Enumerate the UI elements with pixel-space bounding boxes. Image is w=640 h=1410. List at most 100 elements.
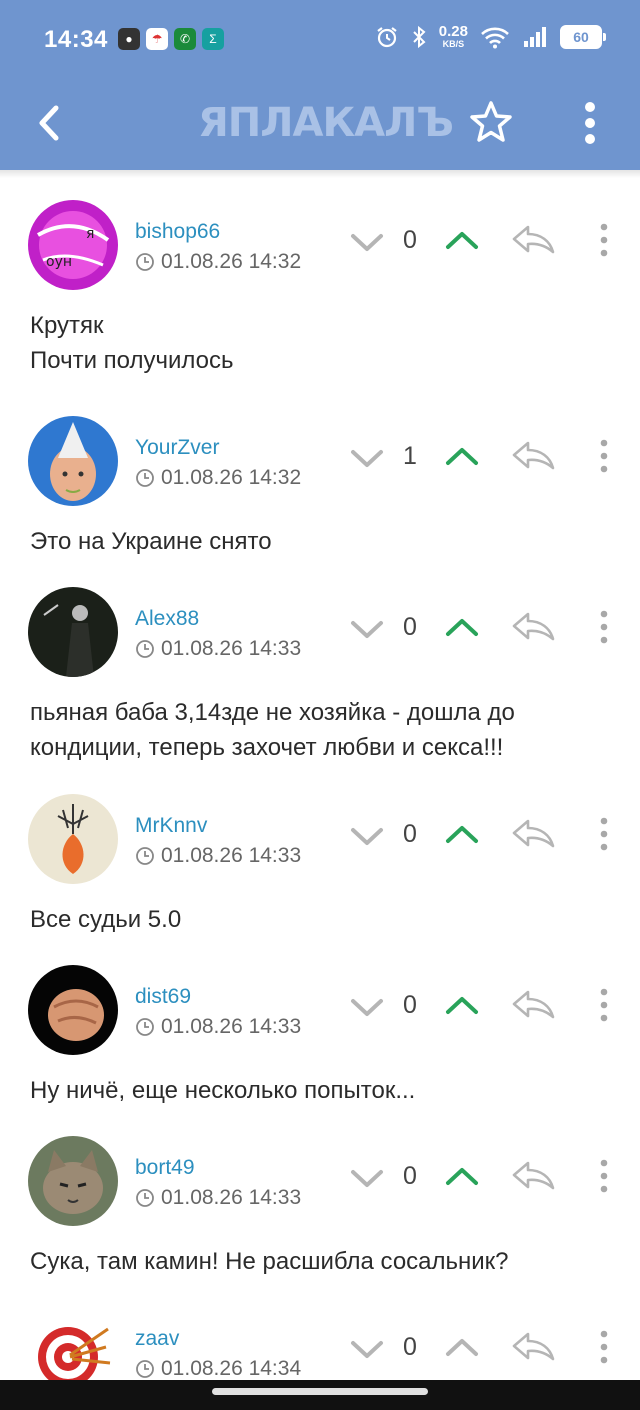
avatar[interactable]: я оун xyxy=(28,200,118,290)
vote-up-button[interactable] xyxy=(443,613,481,641)
clock-icon xyxy=(136,1189,154,1207)
comment-more-icon[interactable] xyxy=(594,987,614,1023)
date-text: 01.08.26 14:33 xyxy=(161,1186,302,1209)
comment-score: 0 xyxy=(403,1162,417,1190)
avatar[interactable] xyxy=(28,1136,118,1226)
username-link[interactable]: MrKnnv xyxy=(135,814,207,838)
reply-icon[interactable] xyxy=(510,987,556,1021)
reply-icon[interactable] xyxy=(510,438,556,472)
battery-indicator: 60 xyxy=(560,25,606,49)
comment-text-line: Почти получилось xyxy=(30,347,234,374)
comment-text: Сука, там камин! Не расшибла сосальник? xyxy=(30,1244,610,1279)
umbrella-icon: ☂ xyxy=(146,28,168,50)
comment-item: zaav 01.08.26 14:34 0 xyxy=(0,1285,640,1397)
username-link[interactable]: Alex88 xyxy=(135,607,199,631)
comment-more-icon[interactable] xyxy=(594,222,614,258)
wifi-icon xyxy=(481,27,509,49)
reply-icon[interactable] xyxy=(510,816,556,850)
svg-text:оун: оун xyxy=(46,254,72,270)
comment-more-icon[interactable] xyxy=(594,1158,614,1194)
toolbar: ЯПЛАКАЛЪ xyxy=(0,80,640,170)
vote-down-button[interactable] xyxy=(348,822,386,850)
reply-icon[interactable] xyxy=(510,1158,556,1192)
back-button[interactable] xyxy=(30,98,70,148)
site-logo[interactable]: ЯПЛАКАЛЪ xyxy=(198,98,454,148)
comment-score: 1 xyxy=(403,442,417,470)
comment-item: Alex88 01.08.26 14:33 0 пьяная баба 3,14зде… xyxy=(0,565,640,774)
comment-item: bort49 01.08.26 14:33 0 Сука, там камин! Не… xyxy=(0,1114,640,1287)
comment-score: 0 xyxy=(403,613,417,641)
username-link[interactable]: dist69 xyxy=(135,985,191,1009)
avatar[interactable] xyxy=(28,794,118,884)
system-icons: 0.28 KB/S 60 xyxy=(375,23,606,50)
username-link[interactable]: bishop66 xyxy=(135,220,220,244)
sigma-app-icon: Σ xyxy=(202,28,224,50)
vote-up-button[interactable] xyxy=(443,820,481,848)
comment-date: 01.08.26 14:32 xyxy=(135,250,301,274)
vote-up-button[interactable] xyxy=(443,226,481,254)
clock-icon xyxy=(136,640,154,658)
reply-icon[interactable] xyxy=(510,609,556,643)
alarm-icon xyxy=(377,27,397,48)
comment-text-line: Все судьи 5.0 xyxy=(30,906,182,933)
comment-more-icon[interactable] xyxy=(594,1329,614,1365)
vote-down-button[interactable] xyxy=(348,1335,386,1363)
date-text: 01.08.26 14:33 xyxy=(161,1015,302,1038)
network-speed: 0.28 KB/S xyxy=(438,23,468,49)
vote-down-button[interactable] xyxy=(348,1164,386,1192)
vote-up-button[interactable] xyxy=(443,442,481,470)
vote-up-button[interactable] xyxy=(443,1333,481,1361)
reply-icon[interactable] xyxy=(510,1329,556,1363)
username-link[interactable]: YourZver xyxy=(135,436,219,460)
comment-more-icon[interactable] xyxy=(594,816,614,852)
comment-score: 0 xyxy=(403,991,417,1019)
comment-text-line: пьяная баба 3,14зде не хозяйка - дошла д… xyxy=(30,699,515,726)
header-shadow xyxy=(0,170,640,178)
more-options-button[interactable] xyxy=(570,98,610,148)
vote-down-button[interactable] xyxy=(348,444,386,472)
comment-date: 01.08.26 14:33 xyxy=(135,1015,301,1039)
system-nav-bar xyxy=(0,1380,640,1410)
phone-app-icon: ✆ xyxy=(174,28,196,50)
app-notification-icon: ● xyxy=(118,28,140,50)
notification-icons: ● ☂ ✆ Σ xyxy=(118,28,224,50)
username-link[interactable]: bort49 xyxy=(135,1156,195,1180)
clock-icon xyxy=(136,1018,154,1036)
avatar[interactable] xyxy=(28,965,118,1055)
bluetooth-icon xyxy=(413,25,426,49)
clock-icon xyxy=(136,847,154,865)
date-text: 01.08.26 14:34 xyxy=(161,1357,302,1380)
avatar[interactable] xyxy=(28,587,118,677)
date-text: 01.08.26 14:32 xyxy=(161,250,302,273)
date-text: 01.08.26 14:32 xyxy=(161,466,302,489)
comment-more-icon[interactable] xyxy=(594,438,614,474)
clock-icon xyxy=(136,469,154,487)
comment-score: 0 xyxy=(403,1333,417,1361)
comment-item: dist69 01.08.26 14:33 0 Ну ничё, еще нескол… xyxy=(0,943,640,1116)
comment-text: Все судьи 5.0 xyxy=(30,902,610,937)
comment-text: Это на Украине снято xyxy=(30,524,610,559)
date-text: 01.08.26 14:33 xyxy=(161,637,302,660)
avatar[interactable] xyxy=(28,416,118,506)
clock-icon xyxy=(136,1360,154,1378)
comment-date: 01.08.26 14:33 xyxy=(135,1186,301,1210)
vote-up-button[interactable] xyxy=(443,991,481,1019)
comment-text-line: Ну ничё, еще несколько попыток... xyxy=(30,1077,416,1104)
svg-text:я: я xyxy=(86,226,94,242)
app-header: 14:34 ● ☂ ✆ Σ 0.28 KB/S 60 ЯПЛАКАЛЪ xyxy=(0,0,640,170)
vote-down-button[interactable] xyxy=(348,993,386,1021)
comment-score: 0 xyxy=(403,820,417,848)
vote-up-button[interactable] xyxy=(443,1162,481,1190)
comment-item: я оун bishop66 01.08.26 14:32 0 Крутяк Почти п… xyxy=(0,178,640,396)
home-gesture-bar[interactable] xyxy=(212,1388,428,1395)
comment-text: Крутяк Почти получилось xyxy=(30,308,610,378)
reply-icon[interactable] xyxy=(510,222,556,256)
vote-down-button[interactable] xyxy=(348,615,386,643)
comment-date: 01.08.26 14:34 xyxy=(135,1357,301,1381)
comment-more-icon[interactable] xyxy=(594,609,614,645)
vote-down-button[interactable] xyxy=(348,228,386,256)
status-bar: 14:34 ● ☂ ✆ Σ 0.28 KB/S 60 xyxy=(0,0,640,80)
comment-date: 01.08.26 14:33 xyxy=(135,637,301,661)
username-link[interactable]: zaav xyxy=(135,1327,179,1351)
favorite-star-button[interactable] xyxy=(468,98,514,146)
